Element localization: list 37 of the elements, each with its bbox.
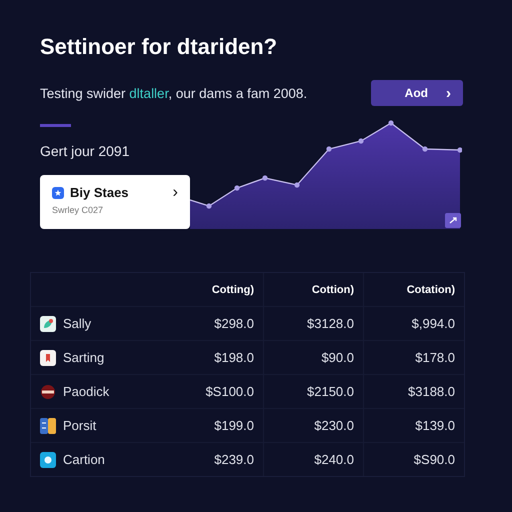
row-name: Sally [63,316,92,331]
row-name: Sarting [63,350,104,365]
page-title: Settinoer for dtariden? [40,33,278,61]
info-card[interactable]: Biy Staes › Swrley C027 [40,175,190,229]
column-header: Cottion) [312,284,354,296]
price-cell: $3188.0 [408,384,455,399]
price-cell: $S100.0 [206,384,254,399]
price-cell: $S90.0 [414,452,455,467]
price-cell: $239.0 [214,452,254,467]
subtitle-text: Testing swider dltaller, our dams a fam 2008. [40,86,308,100]
price-cell: $199.0 [214,418,254,433]
price-cell: $198.0 [214,350,254,365]
star-icon [52,186,64,198]
price-cell: $178.0 [415,350,455,365]
tag-icon [40,350,56,366]
app-icon [40,452,56,468]
card-subtitle: Swrley C027 [52,205,104,215]
leaf-icon [40,316,56,332]
column-header: Cotting) [212,284,254,296]
column-header: Cotation) [406,284,455,296]
accent-line [40,124,71,127]
row-name: Cartion [63,452,105,467]
price-cell: $240.0 [314,452,354,467]
price-cell: $,994.0 [412,316,455,331]
price-cell: $230.0 [314,418,354,433]
section-label: Gert jour 2091 [40,143,130,159]
price-cell: $139.0 [415,418,455,433]
price-cell: $3128.0 [307,316,354,331]
price-cell: $90.0 [321,350,354,365]
row-name: Porsit [63,418,96,433]
price-cell: $2150.0 [307,384,354,399]
row-name: Paodick [63,384,110,399]
expand-icon[interactable] [445,213,461,228]
price-cell: $298.0 [214,316,254,331]
chevron-icon[interactable]: › [172,186,178,200]
card-title: Biy Staes [70,185,130,200]
add-button[interactable]: Aod › [371,80,463,106]
